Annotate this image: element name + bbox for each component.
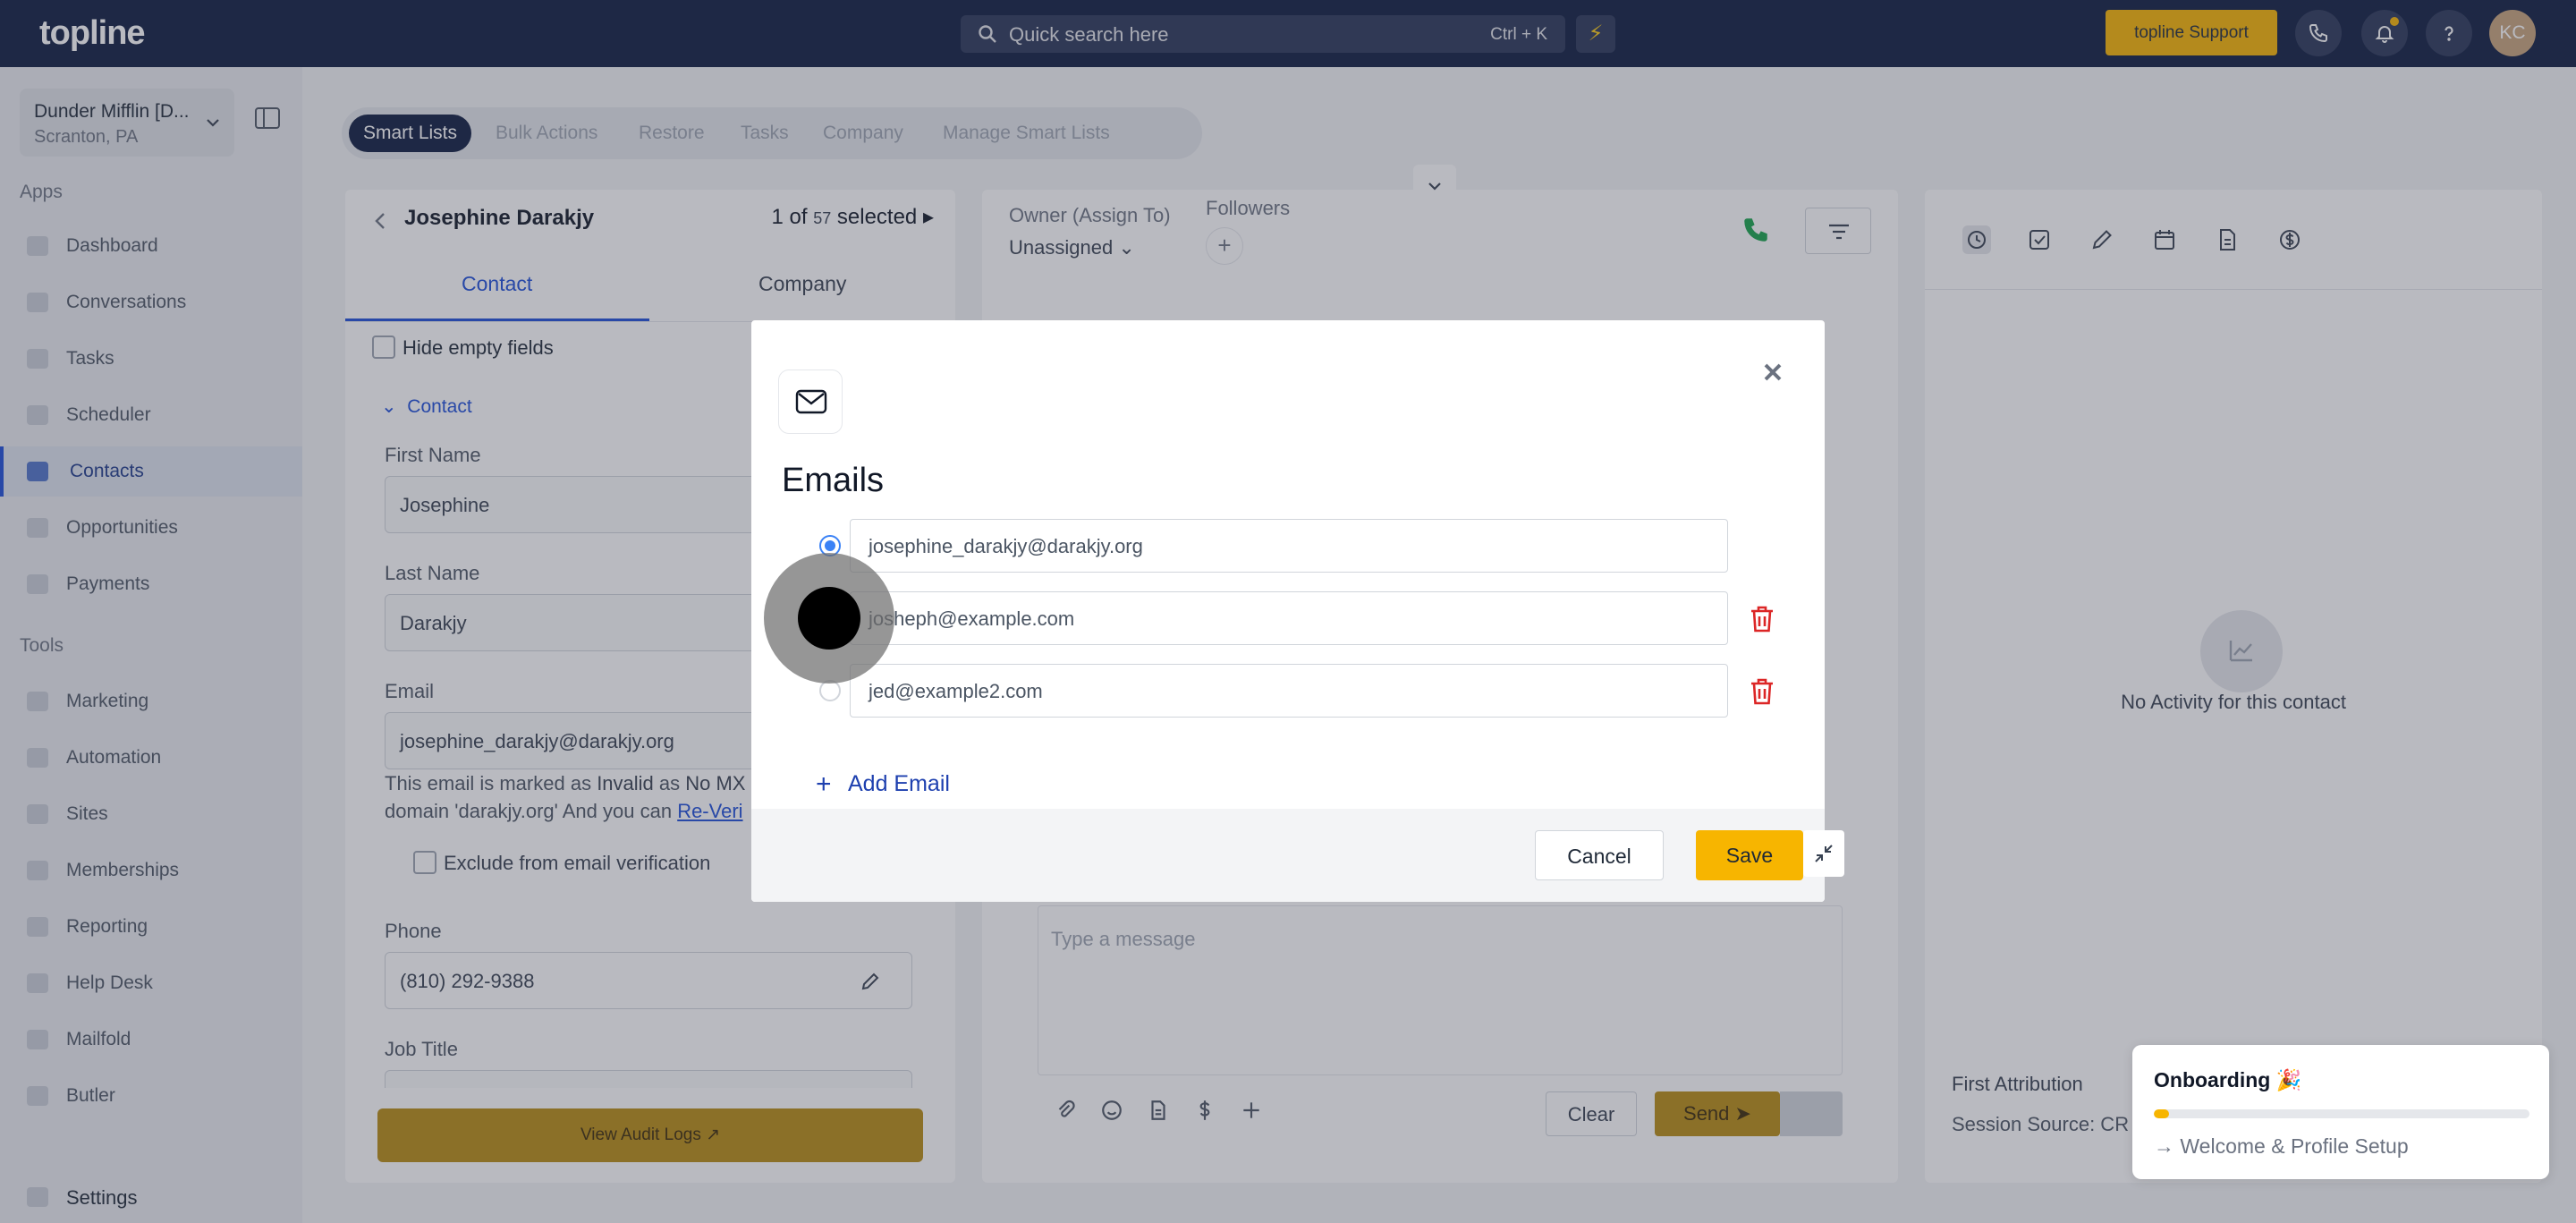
email-input[interactable]: jed@example2.com [850,664,1728,718]
plus-icon: + [816,769,832,799]
email-input[interactable]: josephine_darakjy@darakjy.org [850,519,1728,573]
email-input[interactable]: josheph@example.com [850,591,1728,645]
email-row: josheph@example.com [751,591,1825,645]
trash-icon[interactable] [1748,604,1776,634]
compress-icon [1815,845,1833,862]
email-input-value: josephine_darakjy@darakjy.org [869,535,1143,557]
onboarding-progress [2154,1109,2529,1118]
modal-icon-box [778,369,843,434]
onboarding-step[interactable]: → Welcome & Profile Setup [2154,1134,2409,1159]
minimize-modal-button[interactable] [1803,830,1844,877]
mail-icon [795,389,827,414]
cancel-button[interactable]: Cancel [1535,830,1664,880]
email-input-value: josheph@example.com [869,607,1075,630]
email-input-value: jed@example2.com [869,680,1043,702]
onboarding-card[interactable]: Onboarding 🎉 → Welcome & Profile Setup [2132,1045,2549,1179]
close-icon[interactable] [1755,354,1791,390]
onboarding-progress-fill [2154,1109,2169,1118]
arrow-right-icon: → [2154,1134,2174,1158]
add-email-button[interactable]: + Add Email [816,769,950,800]
save-button[interactable]: Save [1696,830,1803,880]
emails-modal: Emails josephine_darakjy@darakjy.org jos… [751,320,1825,902]
onboarding-title: Onboarding 🎉 [2154,1068,2302,1091]
email-row: josephine_darakjy@darakjy.org [751,519,1825,573]
onboarding-step-label: Welcome & Profile Setup [2180,1134,2409,1158]
email-row: jed@example2.com [751,664,1825,718]
add-email-label: Add Email [848,771,950,796]
modal-footer: Cancel Save [751,809,1825,902]
trash-icon[interactable] [1748,676,1776,707]
cursor-dot [798,587,860,650]
modal-title: Emails [782,462,885,499]
